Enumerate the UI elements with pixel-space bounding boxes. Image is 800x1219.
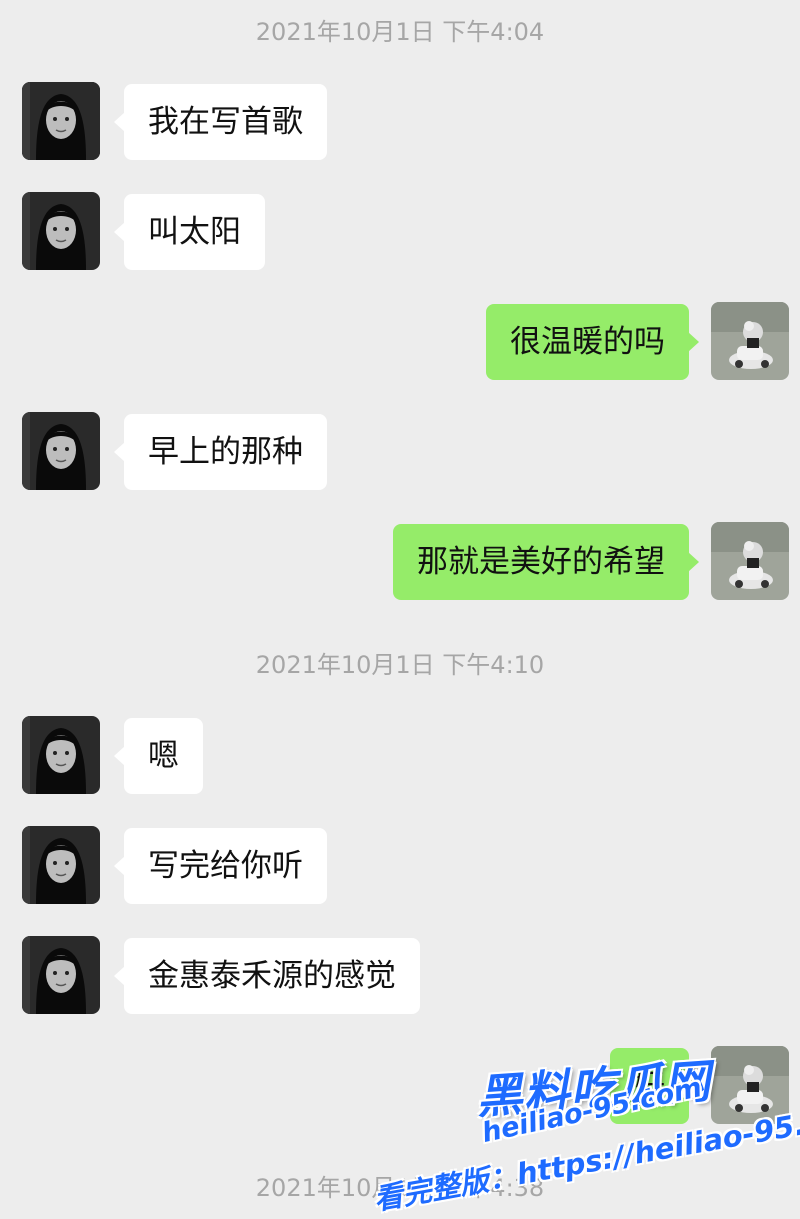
message-bubble[interactable]: 嗯 [114,718,203,794]
message-bubble[interactable]: 写完给你听 [114,828,327,904]
message-bubble[interactable]: 那就是美好的希望 [393,524,699,600]
contact-avatar[interactable] [22,936,100,1014]
message-row-outgoing: 很温暖的吗 [0,302,800,382]
message-bubble[interactable]: 很温暖的吗 [486,304,699,380]
message-bubble[interactable]: 好 [610,1048,699,1124]
user-avatar[interactable] [711,522,789,600]
message-row-incoming: 叫太阳 [0,192,800,272]
message-row-incoming: 早上的那种 [0,412,800,492]
message-bubble[interactable]: 早上的那种 [114,414,327,490]
message-row-outgoing: 那就是美好的希望 [0,522,800,602]
message-bubble[interactable]: 我在写首歌 [114,84,327,160]
message-bubble[interactable]: 叫太阳 [114,194,265,270]
contact-avatar[interactable] [22,716,100,794]
message-bubble[interactable]: 金惠泰禾源的感觉 [114,938,420,1014]
user-avatar[interactable] [711,302,789,380]
contact-avatar[interactable] [22,826,100,904]
message-row-outgoing: 好 [0,1046,800,1126]
contact-avatar[interactable] [22,82,100,160]
contact-avatar[interactable] [22,412,100,490]
message-row-incoming: 嗯 [0,716,800,796]
timestamp: 2021年10月1日 下午4:04 [255,18,545,46]
message-row-incoming: 写完给你听 [0,826,800,906]
timestamp: 2021年10月1日 下午4:38 [255,1174,545,1202]
message-row-incoming: 金惠泰禾源的感觉 [0,936,800,1016]
user-avatar[interactable] [711,1046,789,1124]
message-row-incoming: 我在写首歌 [0,82,800,162]
timestamp: 2021年10月1日 下午4:10 [255,651,545,679]
contact-avatar[interactable] [22,192,100,270]
